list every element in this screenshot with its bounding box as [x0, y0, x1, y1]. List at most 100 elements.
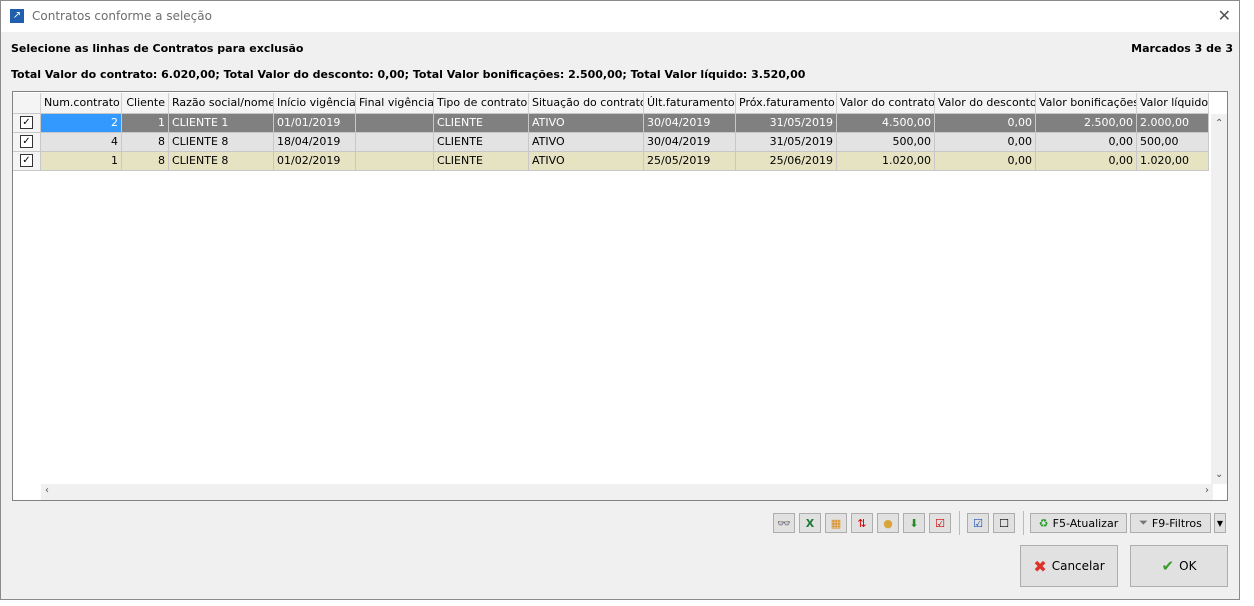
refresh-label: F5-Atualizar	[1052, 516, 1119, 530]
column-header[interactable]: Próx.faturamento	[736, 93, 837, 114]
filters-dropdown[interactable]: ▼	[1214, 513, 1226, 533]
table-cell[interactable]: 31/05/2019	[736, 133, 837, 152]
column-header[interactable]: Num.contrato	[41, 93, 122, 114]
checklist-icon: ☑	[935, 516, 945, 530]
table-cell[interactable]: 25/05/2019	[644, 152, 736, 171]
sort-icon: ⇅	[857, 516, 867, 530]
table-row[interactable]: ✓ 1 8 CLIENTE 8 01/02/2019 CLIENTE ATIVO 25/05/…	[13, 152, 1209, 171]
row-checkbox[interactable]: ✓	[20, 135, 33, 148]
dialog-window: ↗ Contratos conforme a seleção ✕ Selecio…	[0, 0, 1240, 600]
table-cell[interactable]: 1	[122, 114, 169, 133]
vertical-scrollbar[interactable]: ⌃ ⌄	[1211, 114, 1227, 484]
table-cell[interactable]: 1.020,00	[1137, 152, 1209, 171]
table-cell[interactable]: CLIENTE	[434, 114, 529, 133]
column-header[interactable]: Valor líquido	[1137, 93, 1209, 114]
table-cell[interactable]: 2	[41, 114, 122, 133]
table-cell[interactable]: CLIENTE 8	[169, 152, 274, 171]
table-cell[interactable]: 500,00	[1137, 133, 1209, 152]
header-select-column	[13, 93, 41, 114]
table-cell[interactable]: 0,00	[935, 152, 1036, 171]
table-cell[interactable]	[356, 152, 434, 171]
row-checkbox-cell[interactable]: ✓	[13, 133, 41, 152]
window-title: Contratos conforme a seleção	[32, 9, 212, 23]
table-cell[interactable]: ATIVO	[529, 133, 644, 152]
table-cell[interactable]: 0,00	[1036, 133, 1137, 152]
funnel-icon: ⏷	[1139, 516, 1148, 529]
table-cell[interactable]: CLIENTE	[434, 133, 529, 152]
filters-button[interactable]: ⏷ F9-Filtros	[1130, 513, 1211, 533]
table-cell[interactable]: 8	[122, 133, 169, 152]
table-cell[interactable]: 31/05/2019	[736, 114, 837, 133]
table-cell[interactable]: 18/04/2019	[274, 133, 356, 152]
scroll-left-icon[interactable]: ‹	[45, 485, 49, 496]
table-cell[interactable]: ATIVO	[529, 114, 644, 133]
scroll-up-icon[interactable]: ⌃	[1215, 118, 1223, 129]
totals-label: Total Valor do contrato: 6.020,00; Total…	[11, 68, 806, 81]
download-button[interactable]: ⬇	[903, 513, 925, 533]
table-cell[interactable]: 4	[41, 133, 122, 152]
grid-header: Num.contrato Cliente Razão social/nome Iníc…	[13, 93, 1209, 114]
column-header[interactable]: Valor do desconto	[935, 93, 1036, 114]
instruction-label: Selecione as linhas de Contratos para ex…	[11, 42, 304, 55]
table-cell[interactable]: CLIENTE 8	[169, 133, 274, 152]
table-cell[interactable]	[356, 114, 434, 133]
table-cell[interactable]: 500,00	[837, 133, 935, 152]
row-checkbox[interactable]: ✓	[20, 116, 33, 129]
table-cell[interactable]: 0,00	[935, 114, 1036, 133]
checklist-button[interactable]: ☑	[929, 513, 951, 533]
scroll-down-icon[interactable]: ⌄	[1215, 469, 1223, 480]
column-header[interactable]: Razão social/nome	[169, 93, 274, 114]
table-cell[interactable]: 30/04/2019	[644, 133, 736, 152]
table-cell[interactable]: CLIENTE 1	[169, 114, 274, 133]
table-cell[interactable]: 0,00	[935, 133, 1036, 152]
download-icon: ⬇	[909, 516, 919, 530]
ok-label: OK	[1179, 559, 1197, 573]
table-cell[interactable]	[356, 133, 434, 152]
table-cell[interactable]: 1.020,00	[837, 152, 935, 171]
table-cell[interactable]: 8	[122, 152, 169, 171]
horizontal-scrollbar[interactable]: ‹ ›	[41, 484, 1213, 500]
layout-button[interactable]: ▦	[825, 513, 847, 533]
table-cell[interactable]: ATIVO	[529, 152, 644, 171]
select-all-button[interactable]: ☑	[967, 513, 989, 533]
cancel-button[interactable]: ✖ Cancelar	[1020, 545, 1118, 587]
column-header[interactable]: Final vigência	[356, 93, 434, 114]
colors-button[interactable]: ●	[877, 513, 899, 533]
table-cell[interactable]: 30/04/2019	[644, 114, 736, 133]
separator	[1023, 511, 1024, 535]
column-header[interactable]: Situação do contrato	[529, 93, 644, 114]
row-checkbox-cell[interactable]: ✓	[13, 152, 41, 171]
close-icon[interactable]: ✕	[1218, 6, 1231, 25]
table-cell[interactable]: 2.500,00	[1036, 114, 1137, 133]
ok-button[interactable]: ✔ OK	[1130, 545, 1228, 587]
table-row[interactable]: ✓ 4 8 CLIENTE 8 18/04/2019 CLIENTE ATIVO 30/04/…	[13, 133, 1209, 152]
contracts-grid[interactable]: Num.contrato Cliente Razão social/nome Iníc…	[12, 91, 1228, 501]
table-cell[interactable]: CLIENTE	[434, 152, 529, 171]
row-checkbox[interactable]: ✓	[20, 154, 33, 167]
separator	[959, 511, 960, 535]
find-button[interactable]: 👓	[773, 513, 795, 533]
table-cell[interactable]: 2.000,00	[1137, 114, 1209, 133]
table-cell[interactable]: 01/02/2019	[274, 152, 356, 171]
scroll-right-icon[interactable]: ›	[1205, 485, 1209, 496]
table-row[interactable]: ✓ 2 1 CLIENTE 1 01/01/2019 CLIENTE ATIVO 30/04/…	[13, 114, 1209, 133]
export-excel-button[interactable]: X	[799, 513, 821, 533]
refresh-icon: ♻	[1038, 516, 1049, 530]
marked-count: Marcados 3 de 3	[1131, 42, 1233, 55]
column-header[interactable]: Valor do contrato	[837, 93, 935, 114]
sort-button[interactable]: ⇅	[851, 513, 873, 533]
table-cell[interactable]: 0,00	[1036, 152, 1137, 171]
column-header[interactable]: Cliente	[122, 93, 169, 114]
column-header[interactable]: Início vigência	[274, 93, 356, 114]
row-checkbox-cell[interactable]: ✓	[13, 114, 41, 133]
deselect-all-button[interactable]: ☐	[993, 513, 1015, 533]
table-cell[interactable]: 25/06/2019	[736, 152, 837, 171]
table-cell[interactable]: 4.500,00	[837, 114, 935, 133]
green-check-icon: ✔	[1161, 557, 1175, 575]
table-cell[interactable]: 01/01/2019	[274, 114, 356, 133]
refresh-button[interactable]: ♻ F5-Atualizar	[1030, 513, 1127, 533]
column-header[interactable]: Últ.faturamento	[644, 93, 736, 114]
column-header[interactable]: Valor bonificações	[1036, 93, 1137, 114]
table-cell[interactable]: 1	[41, 152, 122, 171]
column-header[interactable]: Tipo de contrato	[434, 93, 529, 114]
